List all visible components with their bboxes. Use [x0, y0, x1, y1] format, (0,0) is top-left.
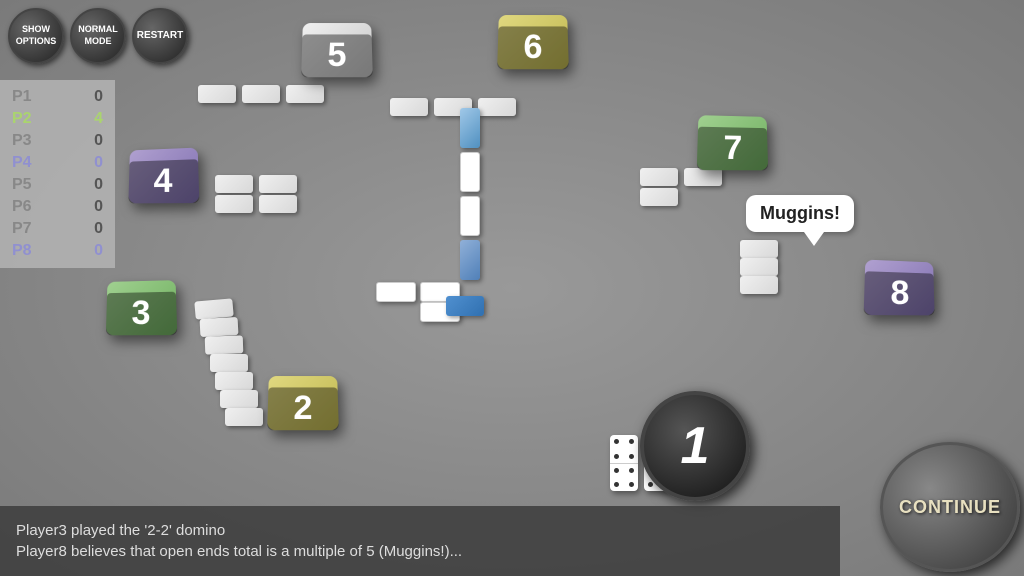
- score-label-p1: P1: [12, 88, 32, 106]
- show-options-button[interactable]: SHOW OPTIONS: [8, 8, 64, 64]
- domino-tile: [478, 98, 516, 116]
- score-val-p6: 0: [94, 198, 103, 216]
- domino-tile: [259, 175, 297, 193]
- domino-tile: [220, 390, 258, 408]
- player1-circle: 1: [640, 391, 750, 501]
- score-row-p5: P5 0: [8, 174, 107, 196]
- score-val-p2: 4: [94, 110, 103, 128]
- domino-tile: [215, 372, 253, 390]
- player1-number: 1: [681, 416, 710, 476]
- score-val-p8: 0: [94, 242, 103, 260]
- score-val-p1: 0: [94, 88, 103, 106]
- score-row-p8: P8 0: [8, 240, 107, 262]
- domino-tile: [640, 168, 678, 186]
- score-row-p2: P2 4: [8, 108, 107, 130]
- player-token-2: 2: [267, 376, 339, 430]
- score-val-p4: 0: [94, 154, 103, 172]
- domino-tile: [200, 317, 239, 337]
- domino-tile: [740, 258, 778, 276]
- domino-tile: [205, 335, 244, 354]
- domino-tile: [210, 354, 248, 372]
- score-row-p7: P7 0: [8, 218, 107, 240]
- score-row-p3: P3 0: [8, 130, 107, 152]
- score-val-p7: 0: [94, 220, 103, 238]
- status-bar: Player3 played the '2-2' domino Player8 …: [0, 506, 840, 576]
- domino-chain-blue: [446, 296, 484, 316]
- score-label-p7: P7: [12, 220, 32, 238]
- continue-label: CONTINUE: [899, 497, 1001, 518]
- score-row-p1: P1 0: [8, 86, 107, 108]
- status-message-1: Player3 played the '2-2' domino: [16, 522, 824, 539]
- restart-button[interactable]: RESTART: [132, 8, 188, 64]
- domino-tile: [390, 98, 428, 116]
- domino-tile: [242, 85, 280, 103]
- score-label-p3: P3: [12, 132, 32, 150]
- score-row-p6: P6 0: [8, 196, 107, 218]
- normal-mode-button[interactable]: NORMAL MODE: [70, 8, 126, 64]
- player-token-8: 8: [864, 260, 935, 316]
- score-panel: P1 0 P2 4 P3 0 P4 0 P5 0 P6 0 P7 0 P8 0: [0, 80, 115, 268]
- player-token-4: 4: [128, 148, 199, 204]
- score-val-p3: 0: [94, 132, 103, 150]
- domino-tile: [684, 168, 722, 186]
- domino-tile: [259, 195, 297, 213]
- domino-tile: [225, 408, 263, 426]
- score-label-p6: P6: [12, 198, 32, 216]
- domino-chain-tile: [460, 240, 480, 280]
- domino-chain-tile: [460, 108, 480, 148]
- score-val-p5: 0: [94, 176, 103, 194]
- domino-tile: [215, 195, 253, 213]
- domino-chain-tile: [460, 196, 480, 236]
- player-token-3: 3: [106, 280, 177, 335]
- domino-tile: [740, 276, 778, 294]
- domino-chain-tile: [460, 152, 480, 192]
- score-label-p5: P5: [12, 176, 32, 194]
- score-label-p2: P2: [12, 110, 32, 128]
- player-token-5: 5: [301, 23, 373, 77]
- status-message-2: Player8 believes that open ends total is…: [16, 543, 824, 560]
- domino-tile: [740, 240, 778, 258]
- domino-chain-tile: [376, 282, 416, 302]
- score-label-p8: P8: [12, 242, 32, 260]
- player-token-7: 7: [697, 115, 768, 170]
- score-row-p4: P4 0: [8, 152, 107, 174]
- face-up-domino: [610, 435, 638, 491]
- domino-tile: [198, 85, 236, 103]
- game-board: SHOW OPTIONS NORMAL MODE RESTART P1 0 P2…: [0, 0, 1024, 576]
- speech-bubble: Muggins!: [746, 195, 854, 232]
- domino-tile: [215, 175, 253, 193]
- player-token-6: 6: [497, 15, 569, 69]
- domino-tile: [194, 298, 233, 319]
- score-label-p4: P4: [12, 154, 32, 172]
- domino-tile: [286, 85, 324, 103]
- domino-tile: [640, 188, 678, 206]
- continue-button[interactable]: CONTINUE: [880, 442, 1020, 572]
- top-buttons: SHOW OPTIONS NORMAL MODE RESTART: [8, 8, 188, 64]
